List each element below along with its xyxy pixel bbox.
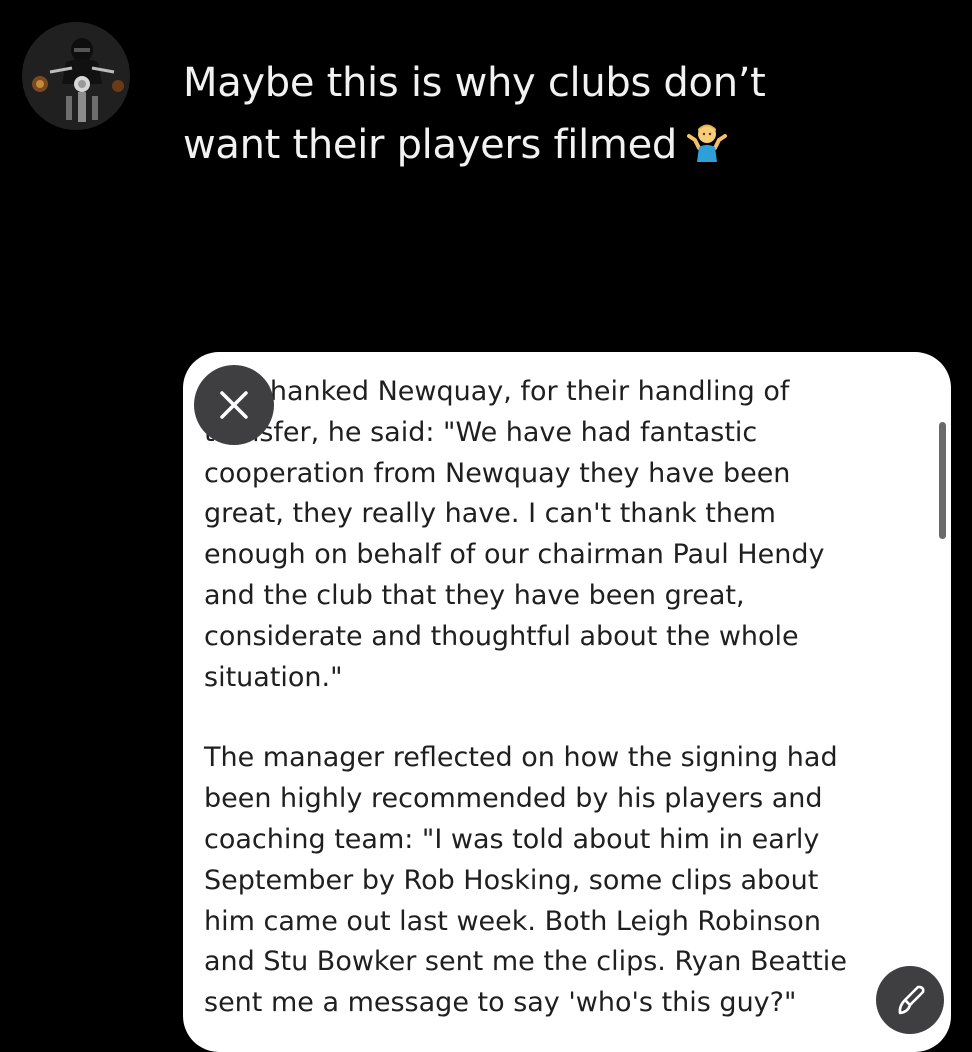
close-button[interactable]: [194, 365, 274, 445]
markup-button[interactable]: [876, 966, 944, 1034]
article-line: him came out last week. Both Leigh Robin…: [204, 905, 821, 937]
close-icon: [220, 391, 248, 419]
article-line: great, they really have. I can't thank t…: [204, 498, 776, 530]
article-text: sey thanked Newquay, for their handling …: [204, 372, 924, 1024]
article-line: enough on behalf of our chairman Paul He…: [204, 539, 825, 571]
post-text: Maybe this is why clubs don’t want their…: [183, 52, 943, 176]
article-line: sey thanked Newquay, for their handling …: [204, 376, 790, 407]
avatar[interactable]: [22, 22, 130, 130]
article-line: coaching team: "I was told about him in …: [204, 823, 820, 855]
article-line: and the club that they have been great,: [204, 579, 745, 611]
article-line: situation.": [204, 661, 343, 693]
article-card[interactable]: sey thanked Newquay, for their handling …: [183, 352, 951, 1052]
article-line: and Stu Bowker sent me the clips. Ryan B…: [204, 946, 847, 978]
post-text-line-content: want their players filmed: [183, 122, 677, 168]
post-text-line: want their players filmed: [183, 114, 943, 176]
post-text-line: Maybe this is why clubs don’t: [183, 60, 766, 106]
article-line: cooperation from Newquay they have been: [204, 457, 791, 489]
person-shrugging-icon: [685, 118, 729, 162]
scrollbar-thumb[interactable]: [939, 422, 946, 539]
motorcycle-rider-avatar-image: [22, 22, 130, 130]
article-line: been highly recommended by his players a…: [204, 783, 823, 815]
article-line: The manager reflected on how the signing…: [204, 742, 838, 774]
brush-icon: [898, 985, 925, 1015]
article-line: sent me a message to say 'who's this guy…: [204, 987, 797, 1019]
article-line: September by Rob Hosking, some clips abo…: [204, 864, 819, 896]
article-line: transfer, he said: "We have had fantasti…: [204, 416, 758, 448]
article-line: considerate and thoughtful about the who…: [204, 620, 799, 652]
